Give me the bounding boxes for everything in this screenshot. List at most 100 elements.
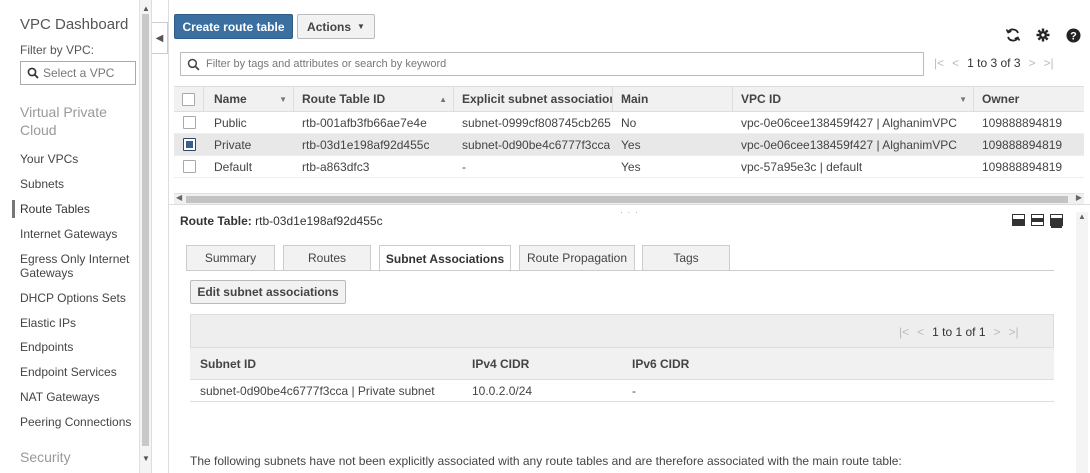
table-pager: |< < 1 to 3 of 3 > >| <box>934 56 1054 70</box>
col-main-label: Main <box>621 92 649 106</box>
sidebar-item-elastic-ips[interactable]: Elastic IPs <box>20 316 135 330</box>
table-row[interactable]: Default rtb-a863dfc3 - Yes vpc-57a95e3c … <box>174 156 1084 178</box>
col-route-table-id-label: Route Table ID <box>302 92 386 106</box>
scroll-right-icon[interactable]: ▶ <box>1076 193 1082 202</box>
actions-button[interactable]: Actions ▼ <box>297 14 375 39</box>
subnet-pager-text: 1 to 1 of 1 <box>932 325 986 339</box>
col-subnet-id: Subnet ID <box>200 356 256 371</box>
toolbar-icons: ? <box>1004 26 1082 44</box>
cell-route-table-id: rtb-03d1e198af92d455c <box>302 137 430 152</box>
sort-icon: ▼ <box>959 94 967 104</box>
sidebar-scroll-thumb[interactable] <box>142 14 149 446</box>
sidebar-item-peering-connections[interactable]: Peering Connections <box>20 415 135 429</box>
last-page-icon[interactable]: >| <box>1009 325 1019 339</box>
filter-by-vpc-label: Filter by VPC: <box>20 43 95 57</box>
filter-placeholder: Filter by tags and attributes or search … <box>206 58 447 70</box>
row-checkbox[interactable] <box>182 116 196 129</box>
pager-text: 1 to 3 of 3 <box>967 56 1021 70</box>
cell-main: Yes <box>621 137 641 152</box>
table-header: Name ▼ Route Table ID ▲ Explicit subnet as… <box>174 86 1084 112</box>
edit-subnet-associations-button[interactable]: Edit subnet associations <box>190 280 346 304</box>
refresh-icon[interactable] <box>1004 26 1022 44</box>
tab-route-propagation[interactable]: Route Propagation <box>519 245 635 271</box>
next-page-icon[interactable]: > <box>1029 56 1036 70</box>
layout-full-icon[interactable] <box>1050 214 1063 228</box>
col-main[interactable]: Main <box>613 87 733 111</box>
collapse-sidebar-button[interactable]: ◀ <box>152 22 168 54</box>
next-page-icon[interactable]: > <box>994 325 1001 339</box>
help-icon[interactable]: ? <box>1064 26 1082 44</box>
scroll-down-icon[interactable]: ▼ <box>142 454 150 463</box>
sidebar-item-internet-gateways[interactable]: Internet Gateways <box>20 227 135 241</box>
sort-asc-icon: ▲ <box>439 94 447 104</box>
sidebar-item-route-tables[interactable]: Route Tables <box>12 200 135 218</box>
sidebar-item-endpoint-services[interactable]: Endpoint Services <box>20 365 135 379</box>
layout-bottom-icon[interactable] <box>1012 214 1025 226</box>
cell-owner: 109888894819 <box>982 115 1063 130</box>
gear-icon[interactable] <box>1034 26 1052 44</box>
tab-tags[interactable]: Tags <box>642 245 730 271</box>
col-owner-label: Owner <box>982 92 1020 106</box>
cell-route-table-id: rtb-a863dfc3 <box>302 159 370 174</box>
sidebar-item-endpoints[interactable]: Endpoints <box>20 340 135 354</box>
row-checkbox-checked[interactable] <box>182 138 196 151</box>
cell-main: No <box>621 115 637 130</box>
route-tables-table: Name ▼ Route Table ID ▲ Explicit subnet as… <box>174 86 1084 178</box>
scroll-left-icon[interactable]: ◀ <box>176 193 182 202</box>
cell-owner: 109888894819 <box>982 137 1063 152</box>
sort-icon: ▼ <box>279 94 287 104</box>
cell-name: Public <box>214 115 247 130</box>
col-name[interactable]: Name ▼ <box>204 87 294 111</box>
prev-page-icon[interactable]: < <box>917 325 924 339</box>
last-page-icon[interactable]: >| <box>1044 56 1054 70</box>
col-explicit-subnet[interactable]: Explicit subnet association <box>454 87 613 111</box>
scroll-up-icon[interactable]: ▲ <box>1078 212 1086 221</box>
cell-vpc-id: vpc-0e06cee138459f427 | AlghanimVPC <box>741 137 957 152</box>
table-row-selected[interactable]: Private rtb-03d1e198af92d455c subnet-0d9… <box>174 134 1084 156</box>
first-page-icon[interactable]: |< <box>934 56 944 70</box>
sidebar-item-your-vpcs[interactable]: Your VPCs <box>20 152 135 166</box>
detail-scrollbar[interactable]: ▲ <box>1076 212 1088 473</box>
tab-routes[interactable]: Routes <box>283 245 371 271</box>
subnet-pager: |< < 1 to 1 of 1 > >| <box>899 325 1019 339</box>
row-select-cell <box>174 156 204 177</box>
table-row: subnet-0d90be4c6777f3cca | Private subne… <box>190 380 1054 402</box>
col-route-table-id[interactable]: Route Table ID ▲ <box>294 87 454 111</box>
sidebar-item-dhcp-options-sets[interactable]: DHCP Options Sets <box>20 291 135 305</box>
prev-page-icon[interactable]: < <box>952 56 959 70</box>
first-page-icon[interactable]: |< <box>899 325 909 339</box>
resize-handle-icon[interactable]: · · · <box>620 207 639 217</box>
select-all-checkbox[interactable] <box>182 92 195 106</box>
actions-label: Actions <box>307 19 352 34</box>
sidebar-item-egress-only-internet-gateways[interactable]: Egress Only Internet Gateways <box>20 252 135 280</box>
sidebar-item-subnets[interactable]: Subnets <box>20 177 135 191</box>
create-route-table-button[interactable]: Create route table <box>174 14 293 39</box>
tab-summary[interactable]: Summary <box>186 245 275 271</box>
layout-split-icon[interactable] <box>1031 214 1044 226</box>
sidebar-scrollbar[interactable]: ▲ ▼ <box>139 0 151 473</box>
main-divider <box>168 0 169 473</box>
tab-subnet-associations[interactable]: Subnet Associations <box>379 245 511 272</box>
cell-ipv4-cidr: 10.0.2.0/24 <box>472 383 533 398</box>
cell-explicit-subnet: subnet-0999cf808745cb265 <box>462 115 611 130</box>
col-vpc-id[interactable]: VPC ID ▼ <box>733 87 974 111</box>
table-row[interactable]: Public rtb-001afb3fb66ae7e4e subnet-0999… <box>174 112 1084 134</box>
section-security: Security <box>20 449 71 465</box>
subnet-table-header: Subnet ID IPv4 CIDR IPv6 CIDR <box>190 348 1054 380</box>
cell-explicit-subnet: subnet-0d90be4c6777f3cca <box>462 137 611 152</box>
cell-owner: 109888894819 <box>982 159 1063 174</box>
horizontal-scroll-thumb[interactable] <box>186 196 1068 203</box>
row-checkbox[interactable] <box>182 160 196 173</box>
col-owner[interactable]: Owner <box>974 87 1084 111</box>
sidebar-item-nat-gateways[interactable]: NAT Gateways <box>20 390 135 404</box>
cell-vpc-id: vpc-57a95e3c | default <box>741 159 863 174</box>
scroll-up-icon[interactable]: ▲ <box>142 4 150 13</box>
table-horizontal-scrollbar[interactable]: ◀ ▶ <box>174 193 1084 204</box>
col-vpc-id-label: VPC ID <box>741 92 782 106</box>
sidebar-title[interactable]: VPC Dashboard <box>20 16 128 33</box>
filter-input[interactable]: Filter by tags and attributes or search … <box>180 52 924 76</box>
vpc-select[interactable]: Select a VPC <box>20 61 136 85</box>
col-ipv6-cidr: IPv6 CIDR <box>632 356 690 371</box>
panel-divider <box>168 204 1090 205</box>
main-route-table-note: The following subnets have not been expl… <box>190 454 902 468</box>
